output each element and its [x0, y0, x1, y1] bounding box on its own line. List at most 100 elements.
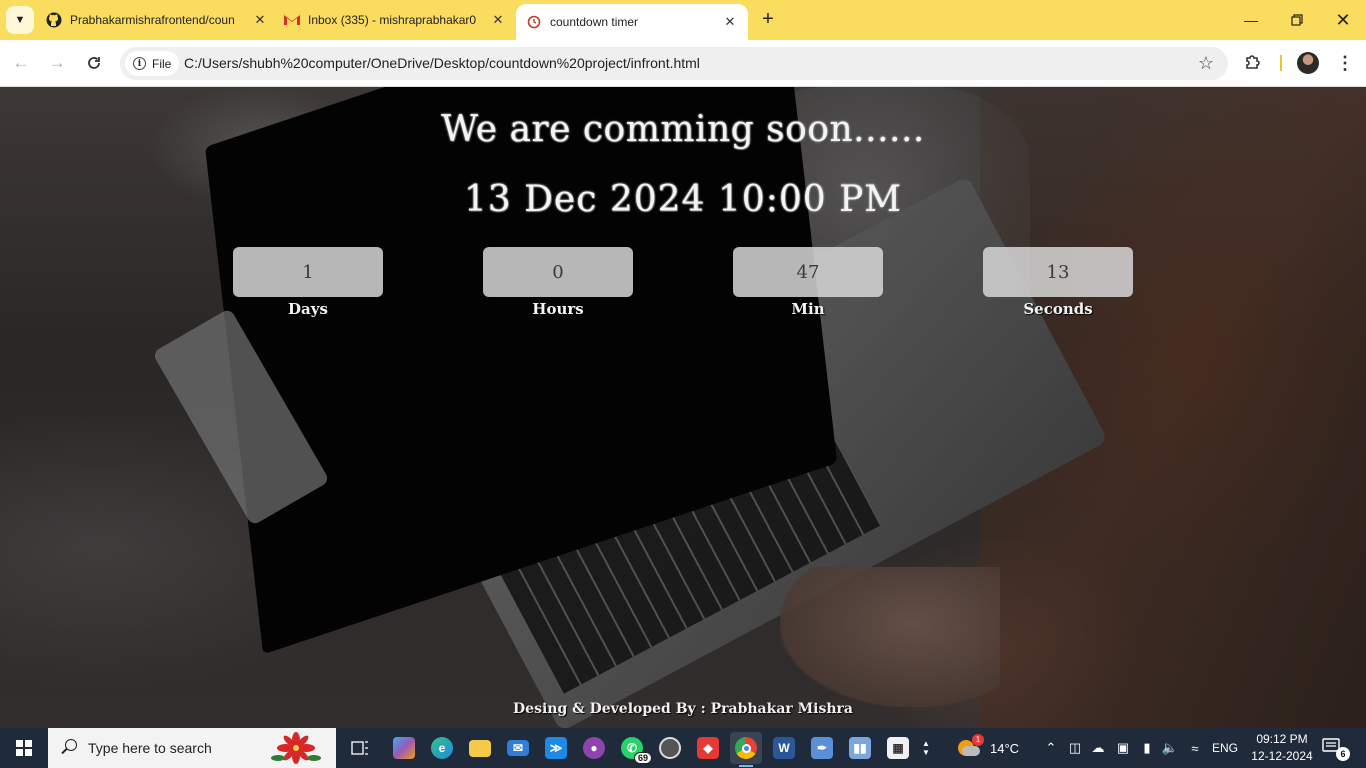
- whatsapp-unread-badge: 69: [633, 752, 652, 764]
- extensions-puzzle-icon[interactable]: [1243, 52, 1265, 74]
- weather-widget[interactable]: 1 14°C: [956, 728, 1019, 768]
- weather-cloud-icon: 1: [956, 734, 984, 758]
- chrome-icon: [735, 737, 757, 759]
- store-app[interactable]: ▦: [882, 732, 914, 764]
- chrome-app[interactable]: [730, 732, 762, 767]
- countdown-hours-box: 0: [483, 247, 633, 297]
- edge-app[interactable]: e: [426, 732, 458, 764]
- notification-center-button[interactable]: 6: [1322, 738, 1350, 761]
- close-icon[interactable]: ✕: [490, 12, 506, 28]
- restore-button[interactable]: [1274, 0, 1320, 40]
- reload-icon: [88, 57, 100, 69]
- anydesk-icon: ◆: [697, 737, 719, 759]
- tab-title: countdown timer: [550, 15, 639, 29]
- store-icon: ▦: [887, 737, 909, 759]
- pen-app[interactable]: ✒: [806, 732, 838, 764]
- cloud-sync-icon[interactable]: ☁: [1090, 740, 1106, 756]
- battery-icon[interactable]: ▮: [1139, 740, 1155, 756]
- tab-strip: ▼ Prabhakarmishrafrontend/coun ✕ Inbox (…: [0, 0, 1366, 40]
- pen-icon: ✒: [811, 737, 833, 759]
- task-view-icon: [351, 741, 368, 755]
- chevron-up-icon[interactable]: ⌃: [1043, 740, 1059, 756]
- copilot-icon: [393, 737, 415, 759]
- browser-toolbar: ← → i File C:/Users/shubh%20computer/One…: [0, 40, 1366, 87]
- countdown-days-box: 1: [233, 247, 383, 297]
- site-info-chip[interactable]: i File: [125, 51, 180, 76]
- books-icon: ▮▮: [849, 737, 871, 759]
- page-icon: [526, 14, 542, 30]
- gmail-icon: [284, 12, 300, 28]
- media-disc-icon: [659, 737, 681, 759]
- countdown-minutes-label: Min: [791, 300, 825, 318]
- reload-button[interactable]: [81, 50, 107, 76]
- minimize-button[interactable]: —: [1228, 0, 1274, 40]
- tab-title: Prabhakarmishrafrontend/coun: [70, 13, 235, 27]
- clock-time: 09:12 PM: [1256, 732, 1308, 746]
- close-icon[interactable]: ✕: [722, 14, 738, 30]
- folder-icon: [469, 739, 491, 757]
- page-footer: Desing & Developed By : Prabhakar Mishra: [513, 701, 853, 717]
- github-desktop-app[interactable]: ●: [578, 732, 610, 764]
- toolbar-divider: [1280, 55, 1282, 71]
- countdown-days-label: Days: [288, 300, 328, 318]
- vscode-icon: ≫: [545, 737, 567, 759]
- countdown-seconds-box: 13: [983, 247, 1133, 297]
- volume-icon[interactable]: 🔈: [1162, 740, 1178, 756]
- whatsapp-app[interactable]: ✆ 69: [616, 732, 652, 764]
- address-bar[interactable]: i File C:/Users/shubh%20computer/OneDriv…: [120, 47, 1228, 80]
- notification-count-badge: 6: [1336, 747, 1350, 761]
- weather-temperature: 14°C: [990, 740, 1020, 756]
- taskbar-scroll-icon[interactable]: ▲ ▼: [918, 730, 934, 766]
- mail-app[interactable]: ✉: [502, 732, 534, 764]
- meet-icon[interactable]: ◫: [1067, 740, 1083, 756]
- windows-logo-icon: [16, 740, 32, 756]
- info-icon: i: [133, 57, 146, 70]
- active-indicator: [739, 765, 753, 767]
- taskbar-search-box[interactable]: Type here to search: [48, 728, 336, 768]
- countdown-seconds-label: Seconds: [1023, 300, 1093, 318]
- language-label: ENG: [1212, 741, 1239, 755]
- new-tab-button[interactable]: +: [758, 9, 778, 31]
- more-menu-icon[interactable]: ⋮: [1336, 52, 1354, 74]
- chevron-down-icon: ▼: [14, 14, 26, 26]
- url-text[interactable]: C:/Users/shubh%20computer/OneDrive/Deskt…: [184, 47, 700, 80]
- books-app[interactable]: ▮▮: [844, 732, 876, 764]
- tab-search-button[interactable]: ▼: [6, 6, 34, 34]
- device-icon[interactable]: ▣: [1115, 740, 1131, 756]
- profile-avatar[interactable]: [1297, 52, 1319, 74]
- windows-taskbar: Type here to search e ✉ ≫ ● ✆ 69 ◆ W ✒ ▮…: [0, 728, 1366, 768]
- copilot-app[interactable]: [388, 732, 420, 764]
- back-button[interactable]: ←: [8, 50, 34, 76]
- countdown-hours-label: Hours: [532, 300, 584, 318]
- search-icon: [60, 739, 78, 757]
- media-app[interactable]: [654, 732, 686, 764]
- vscode-app[interactable]: ≫: [540, 732, 572, 764]
- restore-icon: [1291, 14, 1303, 26]
- tab-gmail[interactable]: Inbox (335) - mishraprabhakar0 ✕: [284, 6, 506, 34]
- close-icon[interactable]: ✕: [252, 12, 268, 28]
- task-view-button[interactable]: [344, 732, 376, 764]
- word-app[interactable]: W: [768, 732, 800, 764]
- countdown-page: We are comming soon...... 13 Dec 2024 10…: [0, 87, 1366, 728]
- clock-date: 12-12-2024: [1251, 749, 1313, 763]
- system-clock[interactable]: 09:12 PM 12-12-2024: [1250, 731, 1314, 765]
- wifi-icon[interactable]: ≈: [1187, 740, 1203, 756]
- bookmark-star-icon[interactable]: ☆: [1198, 53, 1214, 74]
- search-placeholder: Type here to search: [88, 740, 212, 756]
- file-explorer-app[interactable]: [464, 732, 496, 764]
- github-desktop-icon: ●: [583, 737, 605, 759]
- mail-icon: ✉: [507, 740, 529, 756]
- edge-icon: e: [431, 737, 453, 759]
- word-icon: W: [773, 737, 795, 759]
- countdown-minutes-box: 47: [733, 247, 883, 297]
- forward-button[interactable]: →: [44, 50, 70, 76]
- tab-countdown-timer[interactable]: countdown timer ✕: [516, 4, 748, 40]
- tab-github[interactable]: Prabhakarmishrafrontend/coun ✕: [46, 6, 268, 34]
- github-icon: [46, 12, 62, 28]
- weather-alert-badge: 1: [972, 734, 984, 746]
- close-window-button[interactable]: ✕: [1320, 0, 1366, 40]
- language-indicator[interactable]: ENG: [1212, 728, 1238, 768]
- launch-date: 13 Dec 2024 10:00 PM: [463, 179, 903, 220]
- start-button[interactable]: [0, 728, 48, 768]
- anydesk-app[interactable]: ◆: [692, 732, 724, 764]
